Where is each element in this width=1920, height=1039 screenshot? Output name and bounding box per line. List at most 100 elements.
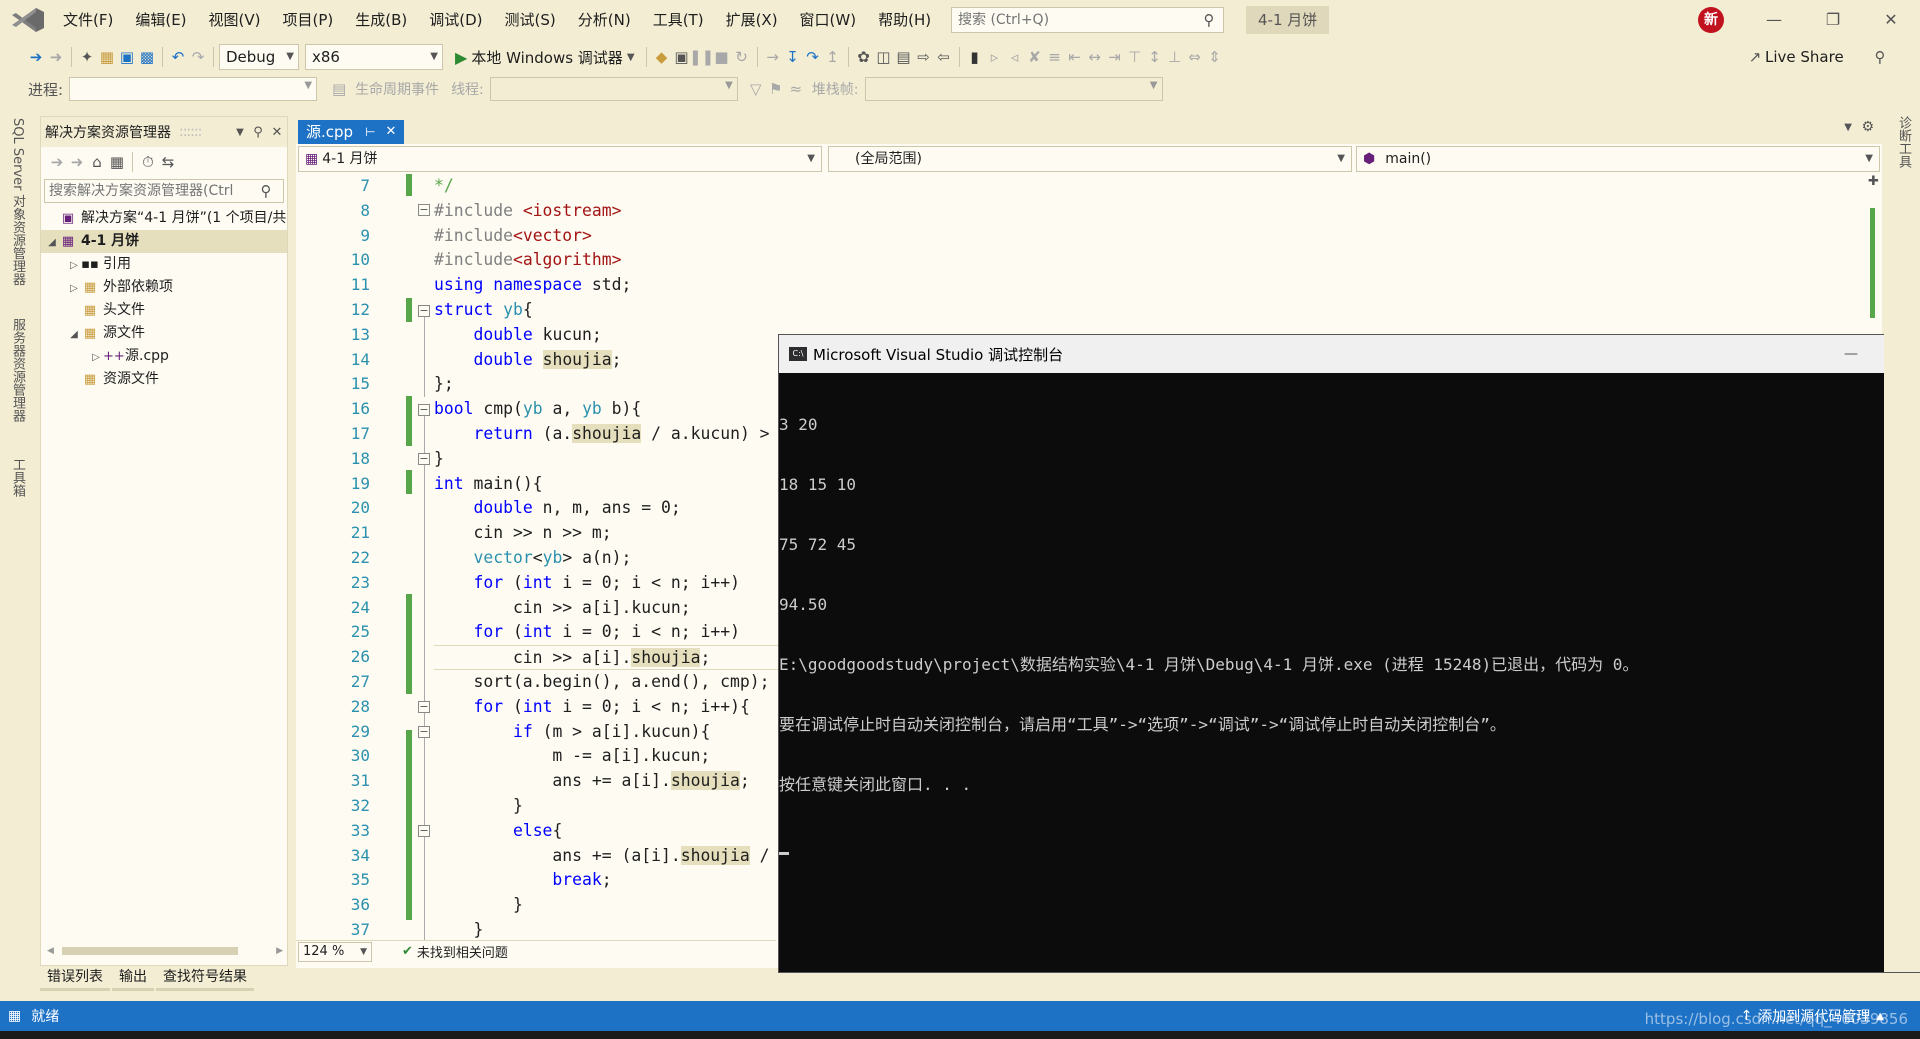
tree-item-references[interactable]: ▷ ▪▪ 引用 (41, 253, 287, 276)
close-button[interactable]: ✕ (1862, 0, 1920, 40)
step-over-icon[interactable]: ↷ (803, 47, 823, 67)
expand-icon[interactable]: ▷ (67, 283, 81, 294)
console-output[interactable]: 3 20 18 15 10 75 72 45 94.50 E:\goodgood… (779, 373, 1919, 895)
clear-bookmarks-icon[interactable]: ✘ (1025, 47, 1045, 67)
back-icon[interactable]: ➔ (26, 47, 46, 67)
menu-view[interactable]: 视图(V) (198, 0, 272, 40)
menu-edit[interactable]: 编辑(E) (124, 0, 197, 40)
menu-test[interactable]: 测试(S) (494, 0, 567, 40)
align-top-icon[interactable]: ⊤ (1125, 47, 1145, 67)
live-share-button[interactable]: ↗ Live Share (1745, 44, 1844, 70)
restore-button[interactable]: ❐ (1804, 0, 1862, 40)
search-icon[interactable]: ⚲ (1199, 10, 1219, 30)
collapse-region-icon[interactable]: − (418, 305, 430, 317)
close-tab-icon[interactable]: ✕ (386, 121, 397, 143)
pin-icon[interactable]: ⊢ (365, 121, 375, 143)
switch-views-icon[interactable]: ▦ (107, 152, 127, 172)
forward-icon[interactable]: ➜ (67, 152, 87, 172)
toolbox-tab[interactable]: 工具箱 (8, 458, 27, 497)
redo-icon[interactable]: ↷ (188, 47, 208, 67)
undo-icon[interactable]: ↶ (168, 47, 188, 67)
comment-icon[interactable]: ▤ (894, 47, 914, 67)
chevron-down-icon[interactable]: ▼ (1844, 122, 1852, 133)
outdent-icon[interactable]: ⇦ (934, 47, 954, 67)
filter-flag-icon[interactable]: ⚑ (766, 79, 786, 99)
scroll-left-icon[interactable]: ◀ (47, 946, 54, 956)
menu-debug[interactable]: 调试(D) (418, 0, 493, 40)
indent-icon[interactable]: ⇨ (914, 47, 934, 67)
sync-icon[interactable]: ⇆ (158, 152, 178, 172)
tab-find-symbol-results[interactable]: 查找符号结果 (156, 967, 254, 991)
sql-server-explorer-tab[interactable]: SQL Server 对象资源管理器 (8, 118, 27, 286)
zoom-dropdown[interactable]: 124 % ▼ (298, 941, 372, 962)
split-icon[interactable]: ✚ (1868, 174, 1879, 189)
tab-source-cpp[interactable]: 源.cpp ⊢ ✕ (298, 120, 405, 144)
filter-icon[interactable]: ▽ (746, 79, 766, 99)
save-icon[interactable]: ▣ (117, 47, 137, 67)
show-next-statement-icon[interactable]: → (763, 47, 783, 67)
menu-tools[interactable]: 工具(T) (642, 0, 715, 40)
scope-nav-dropdown[interactable]: (全局范围) ▼ (828, 146, 1352, 172)
new-project-icon[interactable]: ✦ (77, 47, 97, 67)
horizontal-scrollbar[interactable]: ◀ ▶ (47, 945, 283, 957)
menu-project[interactable]: 项目(P) (272, 0, 345, 40)
menu-window[interactable]: 窗口(W) (789, 0, 868, 40)
hot-reload-icon[interactable]: ✿ (854, 47, 874, 67)
tab-error-list[interactable]: 错误列表 (40, 967, 110, 991)
stackframe-dropdown[interactable]: ▼ (864, 77, 1163, 101)
lifecycle-label[interactable]: 生命周期事件 (355, 79, 439, 99)
minimize-button[interactable]: — (1745, 0, 1803, 40)
collapse-region-icon[interactable]: − (418, 701, 430, 713)
home-icon[interactable]: ⌂ (87, 152, 107, 172)
collapse-region-icon[interactable]: − (418, 204, 430, 216)
browser-link-icon[interactable]: ◆ (652, 47, 672, 67)
bookmark-icon[interactable]: ▮ (965, 47, 985, 67)
menu-analyze[interactable]: 分析(N) (567, 0, 642, 40)
align-icon[interactable]: ≡ (1045, 47, 1065, 67)
tree-item-header-files[interactable]: ▦ 头文件 (41, 299, 287, 322)
expand-icon[interactable]: ▷ (89, 352, 103, 363)
collapse-icon[interactable]: ◢ (67, 329, 81, 340)
tree-item-solution[interactable]: ▣ 解决方案“4-1 月饼”(1 个项目/共 (41, 207, 287, 230)
close-panel-icon[interactable]: ✕ (267, 122, 287, 142)
tree-item-resource-files[interactable]: ▦ 资源文件 (41, 368, 287, 391)
previous-bookmark-icon[interactable]: ▹ (985, 47, 1005, 67)
diagnostic-tools-tab[interactable]: 诊断工具 (1894, 116, 1913, 168)
scroll-right-icon[interactable]: ▶ (276, 946, 283, 956)
toggle-breakpoint-icon[interactable]: ◫ (874, 47, 894, 67)
collapse-region-icon[interactable]: − (418, 825, 430, 837)
tree-item-source-cpp[interactable]: ▷ ++源.cpp (41, 345, 287, 368)
drag-grip[interactable]: :::::: (179, 124, 231, 140)
scrollbar-thumb[interactable] (61, 947, 238, 955)
align-right-icon[interactable]: ⇥ (1105, 47, 1125, 67)
open-file-icon[interactable]: ▦ (97, 47, 117, 67)
expand-icon[interactable]: ▷ (67, 260, 81, 271)
align-center-icon[interactable]: ↔ (1085, 47, 1105, 67)
tree-item-source-files[interactable]: ◢ ▦ 源文件 (41, 322, 287, 345)
pause-icon[interactable]: ❚❚ (689, 47, 714, 67)
feedback-icon[interactable]: ⚲ (1870, 47, 1890, 67)
restart-icon[interactable]: ↻ (732, 47, 752, 67)
thread-flag-icon[interactable]: ≈ (786, 79, 806, 99)
tab-output[interactable]: 输出 (112, 967, 154, 991)
tree-item-external-deps[interactable]: ▷ ▦ 外部依赖项 (41, 276, 287, 299)
solution-search-input[interactable] (45, 180, 245, 202)
avatar[interactable]: 新 (1698, 7, 1724, 33)
search-input[interactable] (952, 8, 1192, 32)
issues-status[interactable]: 未找到相关问题 (417, 942, 508, 961)
pending-changes-icon[interactable]: ⏱ (138, 152, 158, 172)
project-nav-dropdown[interactable]: ▦ 4-1 月饼 ▼ (298, 146, 822, 172)
server-explorer-tab[interactable]: 服务器资源管理器 (8, 318, 27, 422)
stop-icon[interactable]: ■ (712, 47, 732, 67)
menu-help[interactable]: 帮助(H) (867, 0, 942, 40)
tree-item-project[interactable]: ◢ ▦ 4-1 月饼 (41, 230, 287, 253)
collapse-region-icon[interactable]: − (418, 404, 430, 416)
search-icon[interactable]: ⚲ (257, 181, 275, 201)
forward-icon[interactable]: ➜ (46, 47, 66, 67)
back-icon[interactable]: ➔ (47, 152, 67, 172)
step-out-icon[interactable]: ↥ (823, 47, 843, 67)
step-into-icon[interactable]: ↧ (783, 47, 803, 67)
solution-config-dropdown[interactable]: Debug ▼ (219, 44, 299, 70)
member-nav-dropdown[interactable]: ⬢ main() ▼ (1356, 146, 1880, 172)
minimize-icon[interactable]: — (1823, 346, 1879, 362)
